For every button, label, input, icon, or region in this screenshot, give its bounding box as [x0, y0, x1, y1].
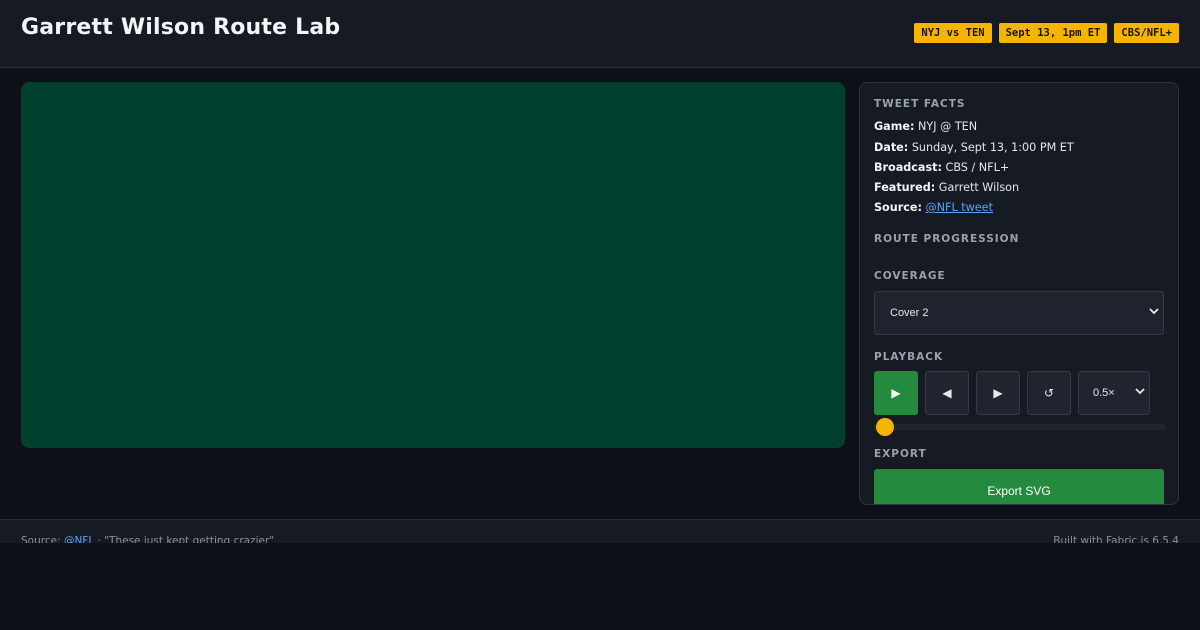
source-tweet-link[interactable]: @NFL tweet	[925, 201, 992, 214]
fact-game-key: Game:	[874, 120, 915, 133]
tweet-facts-heading: TWEET FACTS	[874, 98, 966, 110]
step-back-button[interactable]: ◀	[925, 371, 969, 415]
app-footer: Source: @NFL · "These just kept getting …	[0, 519, 1200, 543]
export-heading: EXPORT	[874, 448, 927, 460]
broadcast-badge: CBS/NFL+	[1114, 23, 1179, 43]
fact-broadcast-value: CBS / NFL+	[945, 161, 1010, 174]
fact-featured-value: Garrett Wilson	[938, 181, 1020, 194]
app-header: Garrett Wilson Route Lab NYJ vs TEN Sept…	[0, 0, 1200, 68]
fact-source: Source: @NFL tweet	[874, 201, 993, 214]
footer-source-quote: · "These just kept getting crazier"	[97, 535, 275, 543]
export-svg-button[interactable]: Export SVG	[874, 469, 1164, 504]
step-forward-icon: ▶	[993, 386, 1003, 400]
matchup-badge: NYJ vs TEN	[914, 23, 992, 43]
fact-date: Date: Sunday, Sept 13, 1:00 PM ET	[874, 141, 1074, 154]
speed-select[interactable]: 0.5×	[1078, 371, 1150, 415]
fact-date-value: Sunday, Sept 13, 1:00 PM ET	[911, 141, 1074, 154]
fact-featured-key: Featured:	[874, 181, 936, 194]
playback-heading: PLAYBACK	[874, 351, 944, 363]
footer-credit: Built with Fabric.js 6.5.4	[1053, 535, 1179, 543]
play-button[interactable]: ▶	[874, 371, 918, 415]
footer-source-prefix: Source:	[21, 535, 61, 543]
fact-game-value: NYJ @ TEN	[918, 120, 978, 133]
fact-date-key: Date:	[874, 141, 909, 154]
fact-game: Game: NYJ @ TEN	[874, 120, 977, 133]
kickoff-badge: Sept 13, 1pm ET	[998, 23, 1108, 43]
page-title: Garrett Wilson Route Lab	[21, 15, 341, 40]
reset-button[interactable]: ↺	[1027, 371, 1071, 415]
coverage-selected-value: Cover 2	[890, 307, 929, 319]
fact-broadcast-key: Broadcast:	[874, 161, 942, 174]
step-back-icon: ◀	[942, 386, 952, 400]
field-canvas[interactable]	[21, 82, 845, 448]
speed-selected-value: 0.5×	[1093, 387, 1115, 399]
reset-icon: ↺	[1043, 386, 1055, 400]
coverage-select[interactable]: Cover 2	[874, 291, 1164, 335]
footer-source-link[interactable]: @NFL	[64, 535, 94, 543]
route-progression-heading: ROUTE PROGRESSION	[874, 233, 1020, 245]
playback-scrubber-handle[interactable]	[876, 418, 894, 436]
control-panel: TWEET FACTS Game: NYJ @ TEN Date: Sunday…	[859, 82, 1179, 505]
fact-broadcast: Broadcast: CBS / NFL+	[874, 161, 1009, 174]
chevron-down-icon	[1149, 306, 1159, 319]
play-icon: ▶	[891, 386, 901, 400]
step-forward-button[interactable]: ▶	[976, 371, 1020, 415]
fact-featured: Featured: Garrett Wilson	[874, 181, 1019, 194]
fact-source-key: Source:	[874, 201, 922, 214]
footer-source: Source: @NFL · "These just kept getting …	[21, 535, 274, 543]
chevron-down-icon	[1135, 386, 1145, 399]
playback-scrubber-track[interactable]	[874, 424, 1166, 430]
game-badges: NYJ vs TEN Sept 13, 1pm ET CBS/NFL+	[914, 23, 1179, 43]
coverage-heading: COVERAGE	[874, 270, 946, 282]
